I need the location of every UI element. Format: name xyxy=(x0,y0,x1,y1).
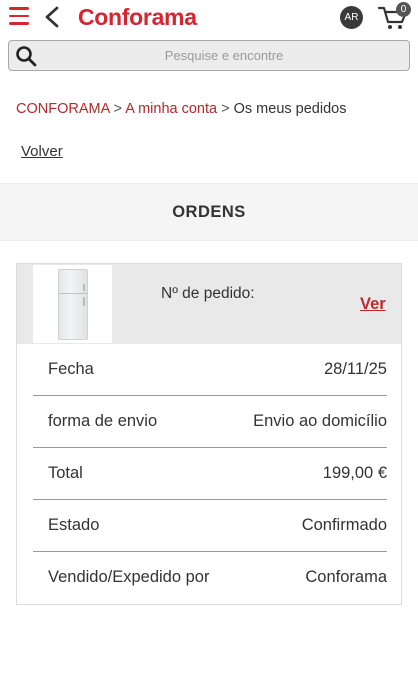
menu-icon[interactable] xyxy=(9,7,29,27)
detail-row-status: Estado Confirmado xyxy=(33,500,387,552)
detail-value: 199,00 € xyxy=(322,464,387,482)
order-header: Nº de pedido: Ver xyxy=(17,264,401,344)
detail-value: Conforama xyxy=(305,568,387,586)
detail-row-shipping: forma de envio Envio ao domicílio xyxy=(33,396,387,448)
detail-value: Envio ao domicílio xyxy=(253,412,387,430)
product-thumbnail[interactable] xyxy=(33,265,112,343)
search-icon[interactable] xyxy=(15,45,37,67)
avatar[interactable]: AR xyxy=(340,6,363,29)
detail-value: 28/11/25 xyxy=(323,360,387,378)
section-title: ORDENS xyxy=(172,203,246,221)
order-card: Nº de pedido: Ver Fecha 28/11/25 forma d… xyxy=(16,263,402,605)
detail-row-total: Total 199,00 € xyxy=(33,448,387,500)
fridge-image xyxy=(58,269,88,340)
breadcrumb-separator: > xyxy=(113,101,122,117)
view-order-link[interactable]: Ver xyxy=(360,295,386,314)
cart-count-badge: 0 xyxy=(396,2,411,17)
order-number-label: Nº de pedido: xyxy=(161,285,255,302)
detail-label: Fecha xyxy=(48,360,94,378)
detail-label: Estado xyxy=(48,516,100,534)
back-link[interactable]: Volver xyxy=(21,143,63,160)
breadcrumb-home[interactable]: CONFORAMA xyxy=(16,101,109,117)
breadcrumb: CONFORAMA > A minha conta > Os meus pedi… xyxy=(16,101,346,117)
section-header: ORDENS xyxy=(0,183,418,241)
breadcrumb-current: Os meus pedidos xyxy=(233,101,347,117)
order-details: Fecha 28/11/25 forma de envio Envio ao d… xyxy=(33,344,387,604)
breadcrumb-separator: > xyxy=(221,101,230,117)
detail-value: Confirmado xyxy=(301,516,387,534)
detail-label: forma de envio xyxy=(48,412,158,430)
detail-row-date: Fecha 28/11/25 xyxy=(33,344,387,396)
breadcrumb-account[interactable]: A minha conta xyxy=(125,101,217,117)
back-chevron-icon[interactable] xyxy=(44,6,60,28)
detail-label: Vendido/Expedido por xyxy=(48,568,210,586)
conforama-logo[interactable]: Conforama xyxy=(78,4,197,31)
search-input[interactable] xyxy=(45,41,403,70)
detail-label: Total xyxy=(48,464,83,482)
app-header: Conforama AR 0 xyxy=(0,0,418,38)
detail-row-seller: Vendido/Expedido por Conforama xyxy=(33,552,387,604)
search-bar xyxy=(8,40,410,71)
